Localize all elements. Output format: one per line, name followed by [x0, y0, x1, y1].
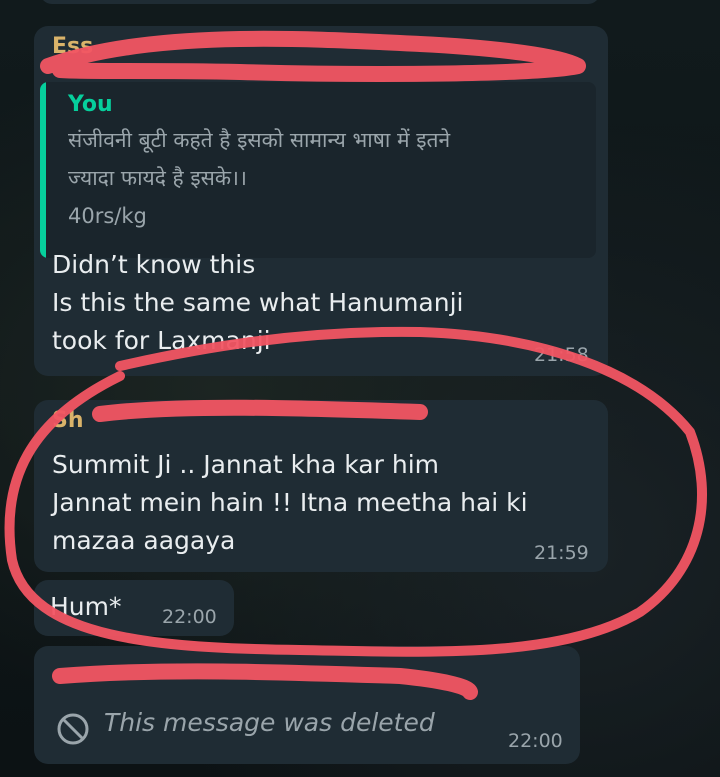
previous-message-bubble[interactable] — [40, 0, 600, 4]
message-bubble-2[interactable]: Sh Summit Ji .. Jannat kha kar him Janna… — [34, 400, 608, 572]
quote-accent-bar — [40, 82, 46, 258]
message-bubble-4-deleted[interactable]: This message was deleted 22:00 — [34, 646, 580, 764]
message-time: 22:00 — [508, 730, 563, 752]
message-text-line-3: mazaa aagaya — [52, 526, 236, 555]
blocked-icon — [56, 712, 90, 746]
message-time: 21:59 — [534, 542, 589, 564]
message-time: 21:58 — [534, 344, 589, 366]
quote-author: You — [68, 92, 113, 117]
message-bubble-1[interactable]: Ess You संजीवनी बूटी कहते है इसको सामान्… — [34, 26, 608, 376]
sender-name[interactable]: Ess — [52, 34, 93, 59]
message-text-line-2: Is this the same what Hanumanji — [52, 288, 464, 317]
deleted-message-text: This message was deleted — [104, 708, 435, 737]
quote-text-line-2: ज्यादा फायदे है इसके।। — [68, 166, 247, 190]
quoted-message[interactable]: You संजीवनी बूटी कहते है इसको सामान्य भा… — [40, 82, 596, 258]
message-text-line-1: Hum* — [50, 592, 122, 621]
message-text-line-2: Jannat mein hain !! Itna meetha hai ki — [52, 488, 528, 517]
message-text-line-1: Summit Ji .. Jannat kha kar him — [52, 450, 439, 479]
message-time: 22:00 — [162, 606, 217, 628]
message-text-line-3: took for Laxmanji — [52, 326, 271, 355]
quote-text-line-3: 40rs/kg — [68, 204, 147, 228]
quote-text-line-1: संजीवनी बूटी कहते है इसको सामान्य भाषा म… — [68, 128, 451, 152]
message-text-line-1: Didn’t know this — [52, 250, 256, 279]
message-bubble-3[interactable]: Hum* 22:00 — [34, 580, 234, 636]
sender-name[interactable]: Sh — [52, 408, 84, 433]
